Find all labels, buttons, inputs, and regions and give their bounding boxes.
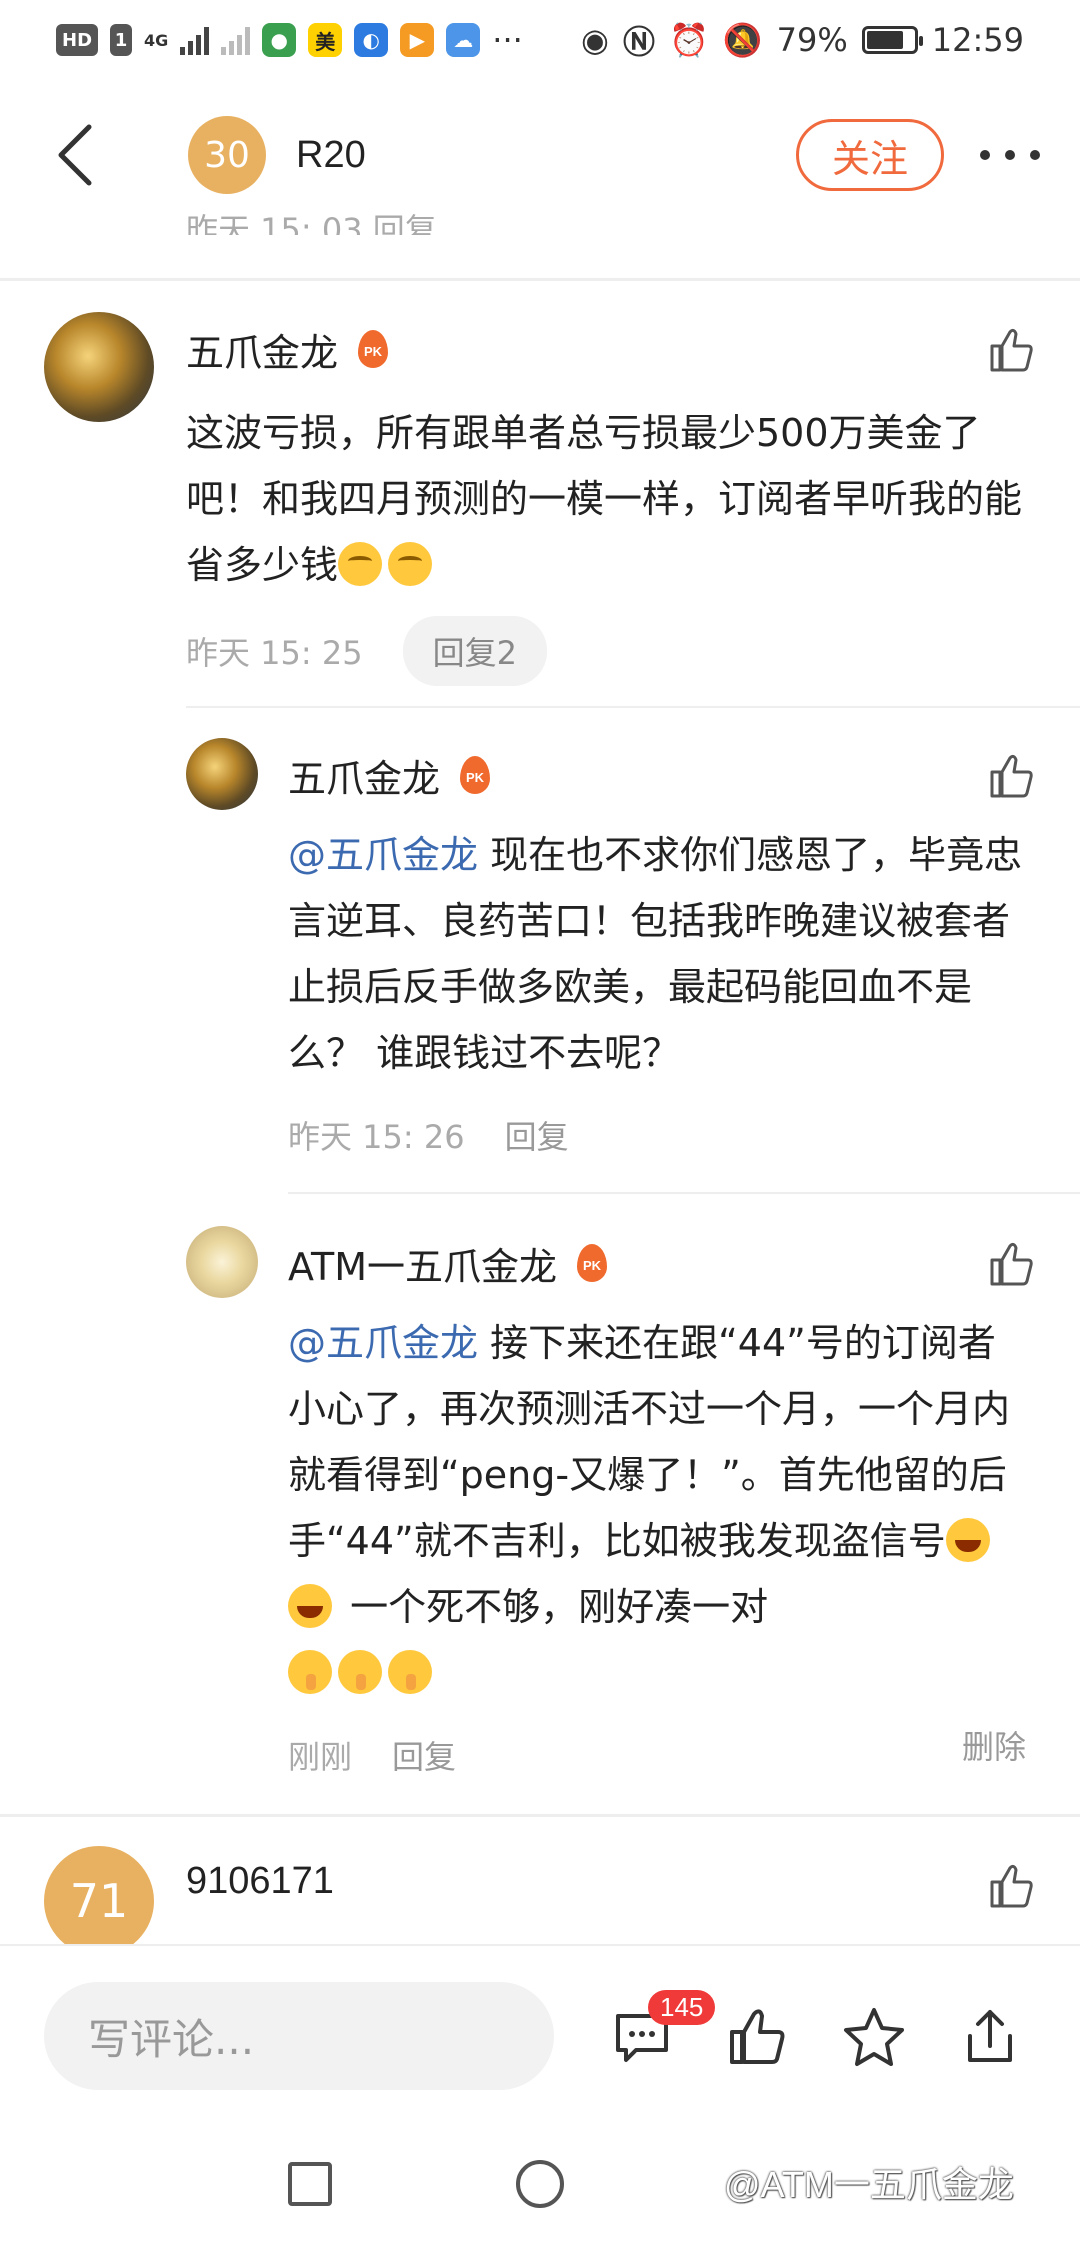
shushing-emoji xyxy=(338,1650,382,1694)
signal-2-icon xyxy=(221,25,251,55)
back-button[interactable] xyxy=(40,120,110,190)
delete-button[interactable]: 删除 xyxy=(962,1722,1026,1768)
comment-meta: 刚刚 回复 xyxy=(288,1732,456,1778)
comment-meta: 昨天 15: 26 回复 xyxy=(288,1112,569,1158)
follow-button[interactable]: 关注 xyxy=(796,119,944,191)
avatar[interactable] xyxy=(186,738,258,810)
timestamp: 刚刚 xyxy=(288,1738,353,1776)
divider xyxy=(186,706,1080,708)
recents-button[interactable] xyxy=(288,2162,332,2206)
thumbs-up-icon[interactable] xyxy=(988,1240,1036,1288)
page-title: R20 xyxy=(296,133,366,176)
comment-input[interactable]: 写评论... xyxy=(44,1982,554,2090)
avatar[interactable] xyxy=(186,1226,258,1298)
pk-flame-icon: PK xyxy=(458,755,492,796)
comment-username[interactable]: 五爪金龙 PK xyxy=(186,322,390,377)
share-icon[interactable] xyxy=(958,2004,1022,2068)
mention-link[interactable]: @五爪金龙 xyxy=(288,833,478,877)
reply-button[interactable]: 回复 xyxy=(505,1112,569,1158)
thinking-emoji xyxy=(388,542,433,586)
cloud-icon: ☁ xyxy=(446,23,481,57)
bulb-icon: ◐ xyxy=(354,23,389,57)
eye-icon: ◉ xyxy=(581,21,609,59)
comment-text: @五爪金龙 现在也不求你们感恩了，毕竟忠言逆耳、良药苦口！包括我昨晚建议被套者止… xyxy=(288,833,1023,1075)
watermark: @ATM一五爪金龙 xyxy=(724,2164,1014,2205)
mention-link[interactable]: @五爪金龙 xyxy=(288,1321,478,1365)
play-icon: ▶ xyxy=(400,23,435,57)
home-button[interactable] xyxy=(516,2160,564,2208)
wechat-icon: ● xyxy=(262,23,297,57)
thumbs-up-icon[interactable] xyxy=(726,2004,790,2068)
network-type: 4G xyxy=(144,30,169,50)
header: 30 R20 关注 xyxy=(0,80,1080,230)
thinking-emoji xyxy=(338,542,383,586)
avatar[interactable] xyxy=(44,312,154,422)
alarm-icon: ⏰ xyxy=(668,21,709,59)
comment-username[interactable]: 9106171 xyxy=(186,1860,334,1903)
battery-percent: 79% xyxy=(776,21,848,59)
thumbs-up-icon[interactable] xyxy=(988,326,1036,374)
nfc-icon: Ⓝ xyxy=(622,23,655,61)
timestamp: 昨天 15: 25 xyxy=(186,634,363,672)
comment-text: 这波亏损，所有跟单者总亏损最少500万美金了吧！和我四月预测的一模一样，订阅者早… xyxy=(186,411,1023,587)
divider xyxy=(0,278,1080,281)
star-icon[interactable] xyxy=(842,2004,906,2068)
more-notifications: ··· xyxy=(492,21,523,59)
divider xyxy=(288,1192,1080,1194)
thumbs-up-icon[interactable] xyxy=(988,752,1036,800)
hd-indicator: HD xyxy=(56,24,99,56)
status-bar: HD 1 4G ● 美 ◐ ▶ ☁ ··· ◉ Ⓝ ⏰ 🔕 79% 12:59 xyxy=(0,0,1080,80)
shushing-emoji xyxy=(288,1650,332,1694)
timestamp: 昨天 15: 26 xyxy=(288,1118,465,1156)
reply-count-button[interactable]: 回复2 xyxy=(402,616,547,686)
level-badge[interactable]: 30 xyxy=(188,116,266,194)
comment-text: @五爪金龙 接下来还在跟“44”号的订阅者小心了，再次预测活不过一个月，一个月内… xyxy=(288,1310,1033,1706)
chevron-left-icon xyxy=(58,124,92,186)
avatar[interactable]: 71 xyxy=(44,1846,154,1956)
clipped-previous-row: 昨天 15: 03 回复 xyxy=(186,211,437,235)
signal-icon xyxy=(180,25,210,55)
system-nav-bar: @ATM一五爪金龙 xyxy=(0,2144,1080,2244)
divider xyxy=(0,1814,1080,1817)
sim1-indicator: 1 xyxy=(110,24,133,56)
comment-meta: 昨天 15: 25 回复2 xyxy=(186,616,547,686)
laughing-emoji xyxy=(288,1584,332,1628)
laughing-emoji xyxy=(945,1518,990,1562)
shushing-emoji xyxy=(388,1650,432,1694)
more-menu-icon[interactable] xyxy=(980,150,1040,160)
pk-flame-icon: PK xyxy=(356,329,390,370)
battery-icon xyxy=(861,26,923,54)
reply-button[interactable]: 回复 xyxy=(392,1732,456,1778)
meituan-icon: 美 xyxy=(308,23,343,57)
pk-flame-icon: PK xyxy=(575,1243,609,1284)
clock: 12:59 xyxy=(931,21,1024,59)
thumbs-up-icon[interactable] xyxy=(988,1862,1036,1910)
mute-icon: 🔕 xyxy=(722,21,763,59)
bottom-action-bar: 写评论... 145 xyxy=(0,1944,1080,2144)
comment-count-badge: 145 xyxy=(648,1990,716,2025)
comment-username[interactable]: 五爪金龙 PK xyxy=(288,748,492,803)
comment-username[interactable]: ATM一五爪金龙 PK xyxy=(288,1236,609,1291)
